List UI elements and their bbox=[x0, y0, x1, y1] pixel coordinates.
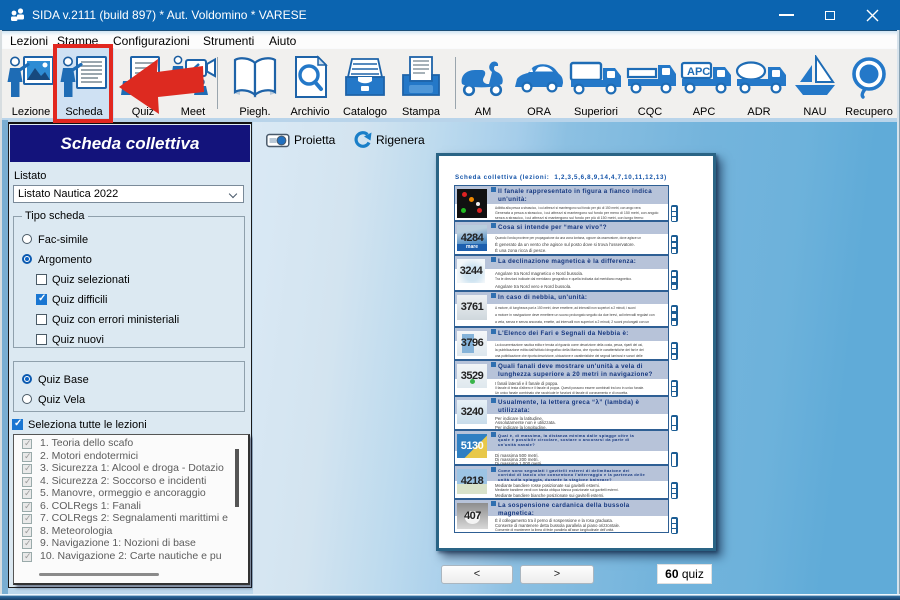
svg-text:APC: APC bbox=[687, 66, 710, 78]
